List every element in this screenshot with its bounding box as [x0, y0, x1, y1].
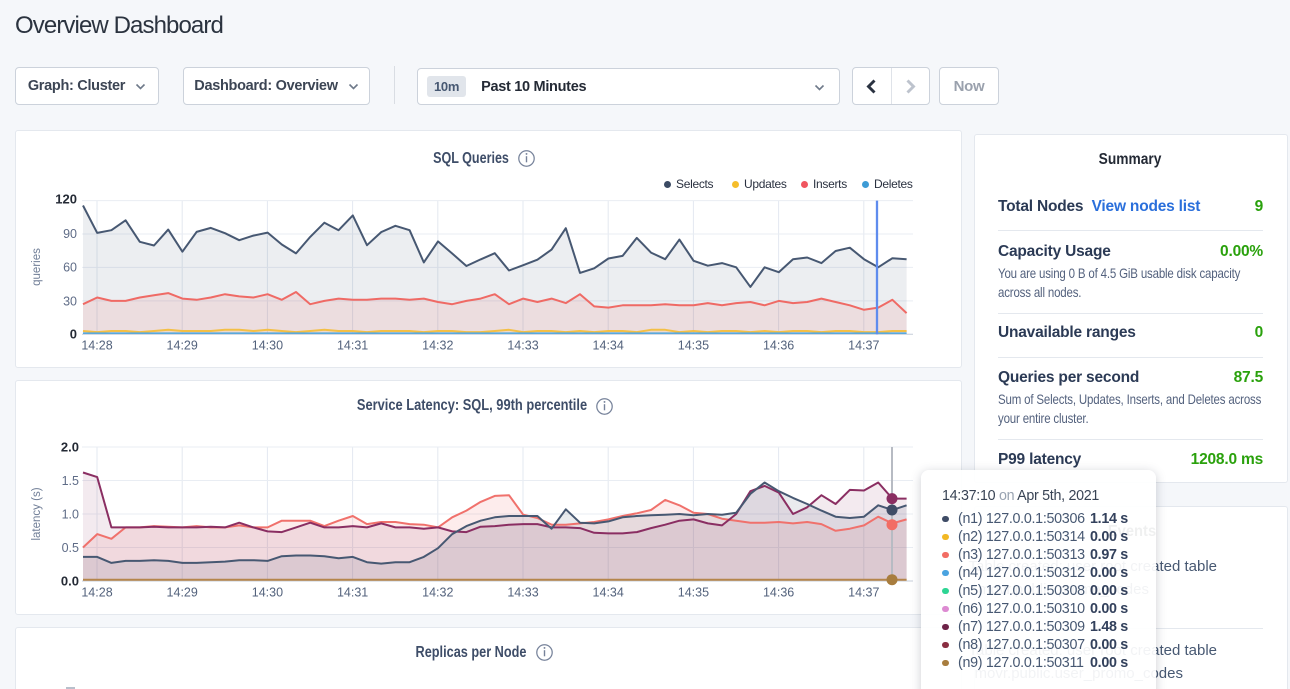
svg-text:1.0: 1.0 — [62, 508, 79, 522]
svg-text:latency (s): latency (s) — [31, 487, 43, 540]
svg-text:14:37: 14:37 — [848, 586, 879, 600]
svg-text:30: 30 — [63, 294, 77, 308]
svg-text:14:31: 14:31 — [337, 586, 368, 600]
svg-text:0.5: 0.5 — [62, 541, 79, 555]
svg-text:14:34: 14:34 — [593, 586, 624, 600]
svg-text:1.5: 1.5 — [62, 474, 79, 488]
svg-text:90: 90 — [63, 227, 77, 241]
svg-text:60: 60 — [63, 261, 77, 275]
svg-text:queries: queries — [31, 248, 43, 286]
svg-text:14:30: 14:30 — [252, 586, 283, 600]
svg-text:14:37: 14:37 — [848, 339, 879, 353]
svg-text:2.0: 2.0 — [61, 440, 79, 455]
svg-text:120: 120 — [55, 192, 77, 207]
svg-text:14:35: 14:35 — [678, 586, 709, 600]
svg-text:14:31: 14:31 — [337, 339, 368, 353]
svg-text:14:28: 14:28 — [81, 586, 112, 600]
svg-text:14:32: 14:32 — [422, 586, 453, 600]
svg-text:14:33: 14:33 — [507, 339, 538, 353]
svg-text:14:28: 14:28 — [81, 339, 112, 353]
svg-text:14:34: 14:34 — [593, 339, 624, 353]
svg-text:14:30: 14:30 — [252, 339, 283, 353]
svg-text:14:29: 14:29 — [167, 586, 198, 600]
svg-text:14:36: 14:36 — [763, 339, 794, 353]
svg-text:14:33: 14:33 — [507, 586, 538, 600]
svg-text:0.0: 0.0 — [61, 574, 79, 589]
svg-text:14:35: 14:35 — [678, 339, 709, 353]
svg-text:14:36: 14:36 — [763, 586, 794, 600]
svg-text:14:32: 14:32 — [422, 339, 453, 353]
svg-text:14:29: 14:29 — [167, 339, 198, 353]
svg-text:0: 0 — [70, 326, 77, 341]
